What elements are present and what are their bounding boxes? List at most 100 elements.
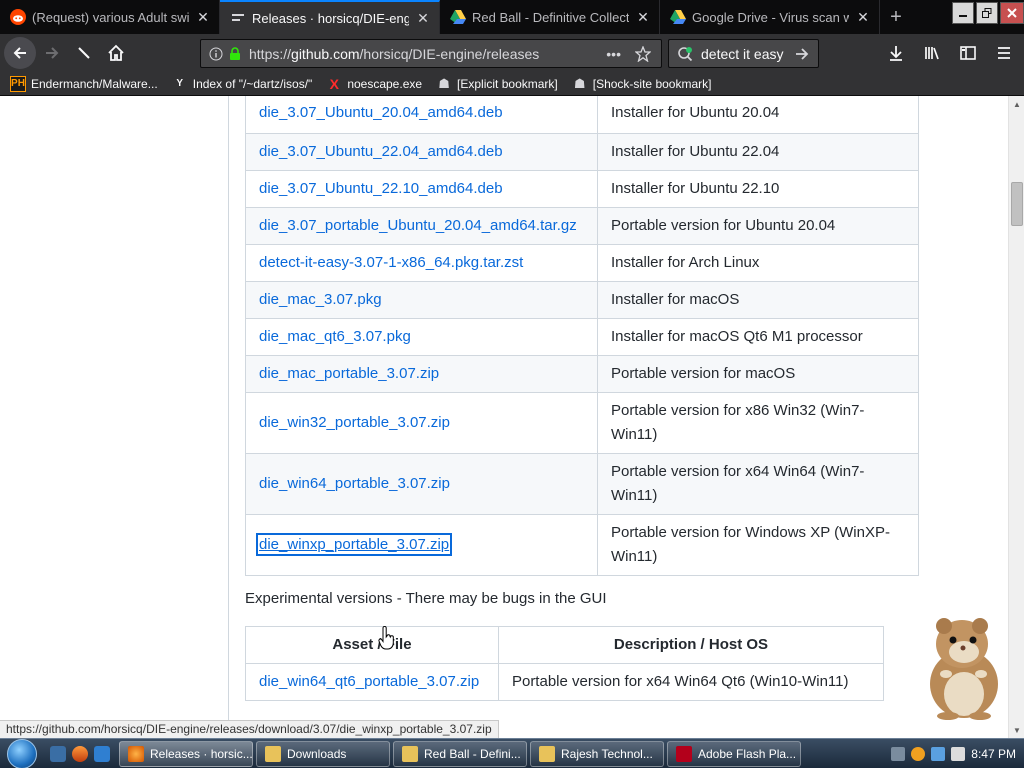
asset-file-cell: die_win64_qt6_portable_3.07.zip [245,663,499,701]
stop-loading-button[interactable] [68,37,100,69]
bookmark-noescape[interactable]: X noescape.exe [326,76,422,92]
bookmark-label: noescape.exe [347,76,423,91]
table-row: die_3.07_portable_Ubuntu_20.04_amd64.tar… [245,207,920,245]
home-button[interactable] [100,37,132,69]
close-tab-icon[interactable]: ✕ [195,9,211,26]
tab-die-engine-releases[interactable]: Releases · horsicq/DIE-engine ✕ [220,0,440,34]
asset-description-cell: Installer for Arch Linux [596,244,920,282]
tab-google-drive-virus-scan[interactable]: Google Drive - Virus scan war ✕ [660,0,880,34]
tab-adult-swim-request[interactable]: (Request) various Adult swim ✕ [0,0,220,34]
url-text[interactable]: https://github.com/horsicq/DIE-engine/re… [249,46,606,62]
asset-download-link[interactable]: die_mac_qt6_3.07.pkg [259,328,411,345]
asset-download-link[interactable]: die_3.07_portable_Ubuntu_20.04_amd64.tar… [259,217,577,234]
pornhub-style-icon: PH [10,75,26,92]
bookmark-star-icon[interactable] [635,45,651,62]
bookmark-label: [Shock-site bookmark] [592,76,712,91]
back-button[interactable] [4,37,36,69]
link-status-bar: https://github.com/horsicq/DIE-engine/re… [0,720,499,738]
table-row: die_3.07_Ubuntu_22.04_amd64.deb Installe… [245,133,920,171]
table-row: die_3.07_Ubuntu_20.04_amd64.deb Installe… [245,96,920,134]
page-scrollbar[interactable]: ▲ ▼ [1008,96,1024,738]
show-desktop-icon[interactable] [50,745,66,762]
tab-red-ball-collection[interactable]: Red Ball - Definitive Collectio ✕ [440,0,660,34]
lock-icon [230,46,240,60]
speaker-muted-icon[interactable] [951,747,966,761]
asset-description-cell: Portable version for Windows XP (WinXP-W… [596,514,920,576]
tray-app-icon[interactable] [891,747,906,761]
sidebar-button[interactable] [952,37,984,69]
bookmark-icon: ☗ [573,75,586,91]
asset-download-link[interactable]: die_3.07_Ubuntu_20.04_amd64.deb [259,104,503,121]
asset-file-cell: die_3.07_Ubuntu_20.04_amd64.deb [245,96,598,134]
scroll-down-icon[interactable]: ▼ [1009,722,1024,738]
forward-button[interactable] [36,37,68,69]
hamster-desktop-pet-icon[interactable] [918,614,1008,720]
asset-download-link[interactable]: die_win64_qt6_portable_3.07.zip [259,673,479,690]
menu-button[interactable] [988,37,1020,69]
taskbar-button-downloads[interactable]: Downloads [256,740,390,767]
asset-download-link[interactable]: die_win64_portable_3.07.zip [259,475,450,492]
asset-file-cell: detect-it-easy-3.07-1-x86_64.pkg.tar.zst [245,244,598,282]
close-tab-icon[interactable]: ✕ [635,9,651,26]
forward-arrow-icon [46,47,59,59]
asset-description-cell: Portable version for x64 Win64 (Win7-Win… [596,453,920,515]
network-icon[interactable] [931,747,946,761]
bookmark-shock-site[interactable]: ☗ [Shock-site bookmark] [572,76,712,92]
windows-logo-icon [7,738,37,768]
taskbar-button-flash-player[interactable]: Adobe Flash Pla... [667,740,801,767]
url-bar[interactable]: https://github.com/horsicq/DIE-engine/re… [200,39,662,68]
search-input[interactable]: detect it easy [701,46,784,62]
reddit-icon [10,9,26,25]
folder-icon [539,745,555,762]
close-tab-icon[interactable]: ✕ [855,9,871,26]
folder-icon [402,745,418,762]
close-tab-icon[interactable]: ✕ [415,10,431,27]
start-button[interactable] [0,738,44,768]
search-go-icon[interactable] [794,46,810,62]
tab-title: Releases · horsicq/DIE-engine [252,10,409,26]
info-icon [209,47,223,60]
downloads-button[interactable] [880,37,912,69]
asset-description-cell: Installer for macOS [596,281,920,319]
search-history-icon [678,46,693,61]
scroll-up-icon[interactable]: ▲ [1009,96,1024,112]
search-icon[interactable] [911,747,926,761]
firefox-icon[interactable] [72,745,88,762]
asset-description-cell: Installer for Ubuntu 20.04 [596,96,920,134]
restore-button[interactable] [976,2,998,24]
asset-description-cell: Portable version for macOS [596,355,920,393]
table-row: die_3.07_Ubuntu_22.10_amd64.deb Installe… [245,170,920,208]
page-actions-icon[interactable]: ••• [606,46,621,62]
minimize-button[interactable] [952,2,974,24]
asset-download-link[interactable]: die_win32_portable_3.07.zip [259,414,450,431]
new-tab-button[interactable]: + [880,0,912,34]
taskbar-button-rajesh[interactable]: Rajesh Technol... [530,740,664,767]
url-prefix: https:// [249,45,292,62]
scrollbar-thumb[interactable] [1011,182,1023,226]
search-bar[interactable]: detect it easy [668,39,819,68]
download-icon [890,46,902,61]
window-switcher-icon[interactable] [94,745,110,762]
red-x-icon: X [329,75,339,92]
tab-title: (Request) various Adult swim [32,9,189,25]
bookmark-index-of-isos[interactable]: Y Index of "/~dartz/isos/" [172,76,312,92]
clock[interactable]: 8:47 PM [971,747,1016,761]
taskbar-button-firefox[interactable]: Releases · horsic... [119,740,253,767]
taskbar-label: Red Ball - Defini... [424,746,521,761]
asset-download-link[interactable]: die_3.07_Ubuntu_22.10_amd64.deb [259,180,503,197]
windows-taskbar: Releases · horsic... Downloads Red Ball … [0,738,1024,768]
bookmark-explicit[interactable]: ☗ [Explicit bookmark] [436,76,558,92]
loading-icon [78,47,90,59]
asset-download-link[interactable]: die_3.07_Ubuntu_22.04_amd64.deb [259,143,503,160]
close-window-button[interactable] [1000,2,1024,24]
library-button[interactable] [916,37,948,69]
left-panel [0,96,229,720]
minimize-icon [959,15,967,17]
asset-download-link[interactable]: die_mac_3.07.pkg [259,291,382,308]
asset-download-link[interactable]: die_mac_portable_3.07.zip [259,365,439,382]
taskbar-button-red-ball[interactable]: Red Ball - Defini... [393,740,527,767]
asset-download-link[interactable]: detect-it-easy-3.07-1-x86_64.pkg.tar.zst [259,254,523,271]
bookmark-endermanch-malware[interactable]: PH Endermanch/Malware... [10,75,158,92]
asset-download-link-focused[interactable]: die_winxp_portable_3.07.zip [255,533,453,556]
asset-file-cell: die_win32_portable_3.07.zip [245,392,598,454]
